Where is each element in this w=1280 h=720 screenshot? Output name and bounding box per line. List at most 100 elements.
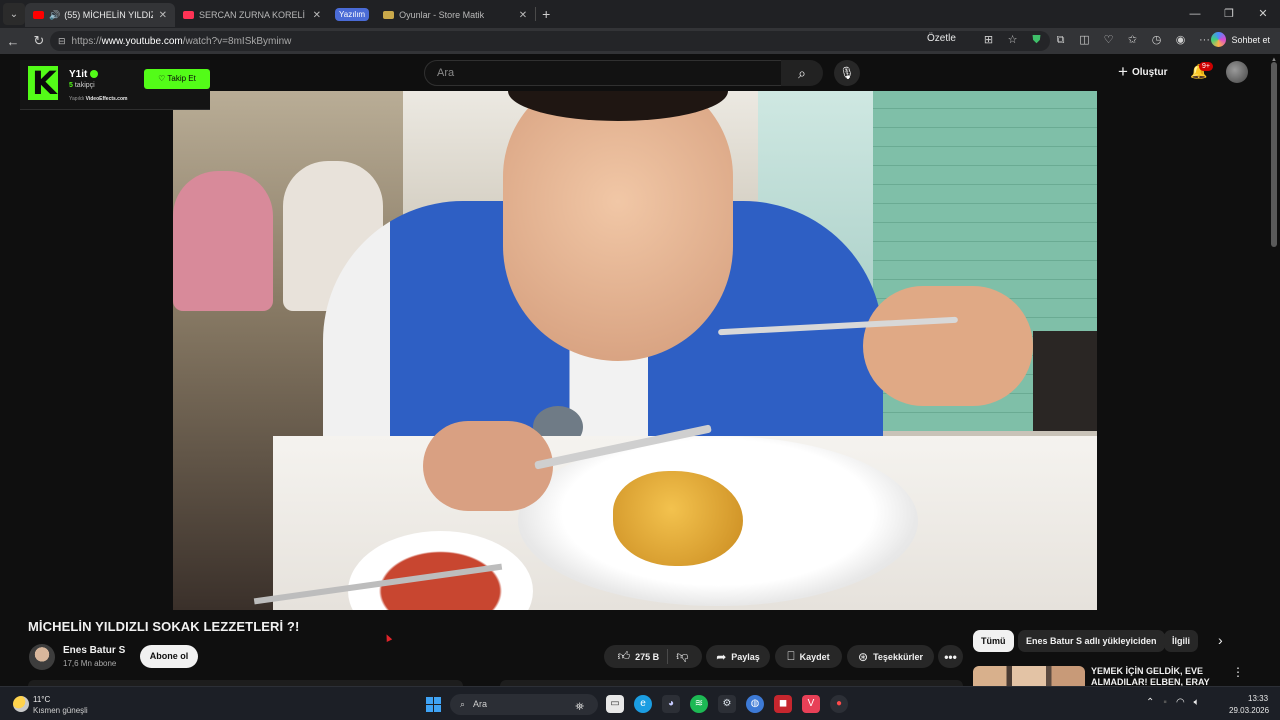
search-icon[interactable]: ⌕ — [781, 60, 823, 86]
overlay-credit: Yapıldı VideoEffects.com — [69, 96, 127, 102]
video-stool — [1033, 331, 1097, 431]
search-icon: ⌕ — [460, 699, 466, 709]
favorites-icon[interactable]: ✩ — [1124, 32, 1141, 49]
microphone-icon[interactable]: 🎙 — [834, 60, 860, 86]
extension-puzzle-icon[interactable]: ⧉ — [1052, 32, 1069, 49]
tab-group-label[interactable]: Yazılım — [335, 7, 370, 21]
discord-icon[interactable]: ◕ — [662, 695, 680, 713]
share-label: Paylaş — [731, 651, 760, 662]
recommended-video-title[interactable]: YEMEK İÇİN GELDİK, EVE ALMADILAR! ELBEN,… — [1091, 666, 1221, 686]
more-vert-icon[interactable]: ⋮ — [1232, 665, 1244, 679]
chip-related[interactable]: İlgili — [1164, 630, 1198, 652]
chip-all[interactable]: Tümü — [973, 630, 1014, 652]
credit-prefix: Yapıldı — [69, 96, 85, 102]
split-screen-icon[interactable]: ◫ — [1076, 32, 1093, 49]
speaker-icon[interactable]: 🔊 — [49, 10, 60, 21]
tab-store-matik[interactable]: Oyunlar - Store Matik ✕ — [375, 3, 535, 27]
refresh-icon[interactable]: ↻ — [26, 33, 52, 49]
history-icon[interactable]: ◷ — [1148, 32, 1165, 49]
tab-title: SERCAN ZURNA KORELİ MODEL İ — [199, 10, 307, 20]
tab-list-dropdown-icon[interactable]: ⌄ — [3, 3, 25, 25]
video-title: MİCHELİN YILDIZLI SOKAK LEZZETLERİ ?! — [28, 619, 300, 634]
share-button[interactable]: ➦ Paylaş — [706, 645, 770, 668]
url-prefix: https:// — [71, 35, 102, 47]
site-info-icon[interactable]: ⊟ — [58, 36, 66, 47]
steam-icon[interactable]: ⚙ — [718, 695, 736, 713]
weather-description[interactable]: Kısmen güneşli — [33, 706, 88, 715]
tab-youtube-michelin[interactable]: 🔊 (55) MİCHELİN YILDIZLI SOKA ✕ — [25, 3, 175, 27]
profile-icon[interactable]: ◉ — [1172, 32, 1189, 49]
volume-icon[interactable]: 🔈︎ — [1194, 697, 1200, 708]
app-available-icon[interactable]: ⊞ — [980, 32, 997, 49]
valorant-icon[interactable]: V — [802, 695, 820, 713]
channel-overlay-card: K Y1it 5 takipçi ♡ Takip Et Yapıldı Vide… — [20, 60, 210, 110]
more-options-icon[interactable]: ··· — [1196, 32, 1213, 49]
weather-icon[interactable] — [13, 696, 29, 712]
taskbar-search[interactable]: ⌕ Ara ⛯ — [450, 694, 598, 715]
back-icon[interactable]: ← — [0, 34, 26, 49]
browser-essentials-icon[interactable]: ♡ — [1100, 32, 1117, 49]
thanks-label: Teşekkürler — [873, 651, 923, 662]
channel-avatar[interactable] — [29, 644, 55, 670]
clock-date[interactable]: 29.03.2026 — [1229, 706, 1269, 715]
channel-name[interactable]: Enes Batur S — [63, 645, 125, 656]
close-window-button[interactable]: ✕ — [1246, 0, 1280, 28]
game-launcher-icon[interactable]: ● — [830, 695, 848, 713]
tab-youtube-sercan[interactable]: SERCAN ZURNA KORELİ MODEL İ ✕ — [175, 3, 329, 27]
globe-app-icon[interactable]: ◍ — [746, 695, 764, 713]
close-tab-icon[interactable]: ✕ — [519, 10, 527, 21]
more-actions-button[interactable]: ••• — [938, 645, 963, 668]
video-hand-left — [423, 421, 553, 511]
maximize-button[interactable]: ❐ — [1212, 0, 1246, 28]
overlay-channel-name: Y1it — [69, 69, 99, 80]
page-scrollbar[interactable] — [1271, 62, 1277, 247]
account-avatar[interactable] — [1226, 61, 1248, 83]
close-tab-icon[interactable]: ✕ — [313, 10, 321, 21]
video-hand-right — [863, 286, 1033, 406]
recommended-video-thumbnail[interactable] — [973, 666, 1085, 686]
clock-time[interactable]: 13:33 — [1248, 694, 1268, 703]
create-button[interactable]: + Oluştur — [1118, 62, 1168, 82]
new-tab-button[interactable]: + — [542, 6, 550, 22]
wifi-icon[interactable]: ◠ — [1176, 697, 1185, 708]
chip-from-uploader[interactable]: Enes Batur S adlı yükleyiciden — [1018, 630, 1165, 652]
spotify-icon[interactable]: ≋ — [690, 695, 708, 713]
tab-title: (55) MİCHELİN YILDIZLI SOKA — [64, 10, 152, 20]
red-app-icon[interactable]: ◼ — [774, 695, 792, 713]
like-button[interactable]: 👍︎ 275 B — [618, 649, 669, 664]
system-tray: ⌃ ▪ ◠ 🔈︎ — [1146, 697, 1200, 708]
thanks-button[interactable]: ⊛ Teşekkürler — [847, 645, 934, 668]
share-icon: ➦ — [716, 649, 727, 664]
overlay-follow-button: ♡ Takip Et — [144, 69, 210, 89]
edge-browser-icon[interactable]: e — [634, 695, 652, 713]
tray-app-icon[interactable]: ▪ — [1163, 697, 1167, 708]
favorite-star-icon[interactable]: ☆ — [1004, 32, 1021, 49]
chevron-up-icon[interactable]: ⌃ — [1146, 697, 1154, 708]
video-player[interactable] — [173, 91, 1097, 610]
extension-shield-icon[interactable]: ⛊ — [1028, 32, 1045, 49]
windows-taskbar: 11°C Kısmen güneşli ⌕ Ara ⛯ ▭ e ◕ ≋ ⚙ ◍ ◼ … — [0, 686, 1280, 720]
follower-label: takipçi — [74, 82, 95, 89]
overlay-followers: 5 takipçi — [69, 82, 95, 89]
bookmark-icon: ⎕ — [787, 649, 795, 663]
file-explorer-icon[interactable]: ▭ — [606, 695, 624, 713]
tab-strip: ⌄ 🔊 (55) MİCHELİN YILDIZLI SOKA ✕ SERCAN… — [0, 0, 1280, 28]
follower-count: 5 — [69, 82, 73, 89]
subscribe-button[interactable]: Abone ol — [140, 645, 198, 668]
overlay-channel-name-text: Y1it — [69, 69, 88, 80]
youtube-icon — [183, 11, 194, 19]
windows-start-icon[interactable] — [426, 697, 441, 712]
thumbs-down-icon[interactable]: 👎︎ — [668, 649, 688, 664]
weather-temperature[interactable]: 11°C — [33, 695, 50, 704]
close-tab-icon[interactable]: ✕ — [159, 10, 167, 21]
taskbar-apps: ▭ e ◕ ≋ ⚙ ◍ ◼ V ● — [606, 695, 848, 713]
copilot-chat-button[interactable]: Sohbet et — [1211, 32, 1270, 47]
plus-icon: + — [1118, 62, 1128, 81]
address-bar[interactable]: ⊟ https://www.youtube.com/watch?v=8mISkB… — [50, 31, 1050, 51]
summarize-button[interactable]: Özetle — [927, 33, 956, 44]
save-button[interactable]: ⎕ Kaydet — [775, 645, 842, 668]
minimize-button[interactable]: — — [1178, 0, 1212, 28]
search-input[interactable]: Ara — [424, 60, 782, 86]
chevron-right-icon[interactable]: › — [1218, 632, 1223, 648]
youtube-icon — [33, 11, 44, 19]
